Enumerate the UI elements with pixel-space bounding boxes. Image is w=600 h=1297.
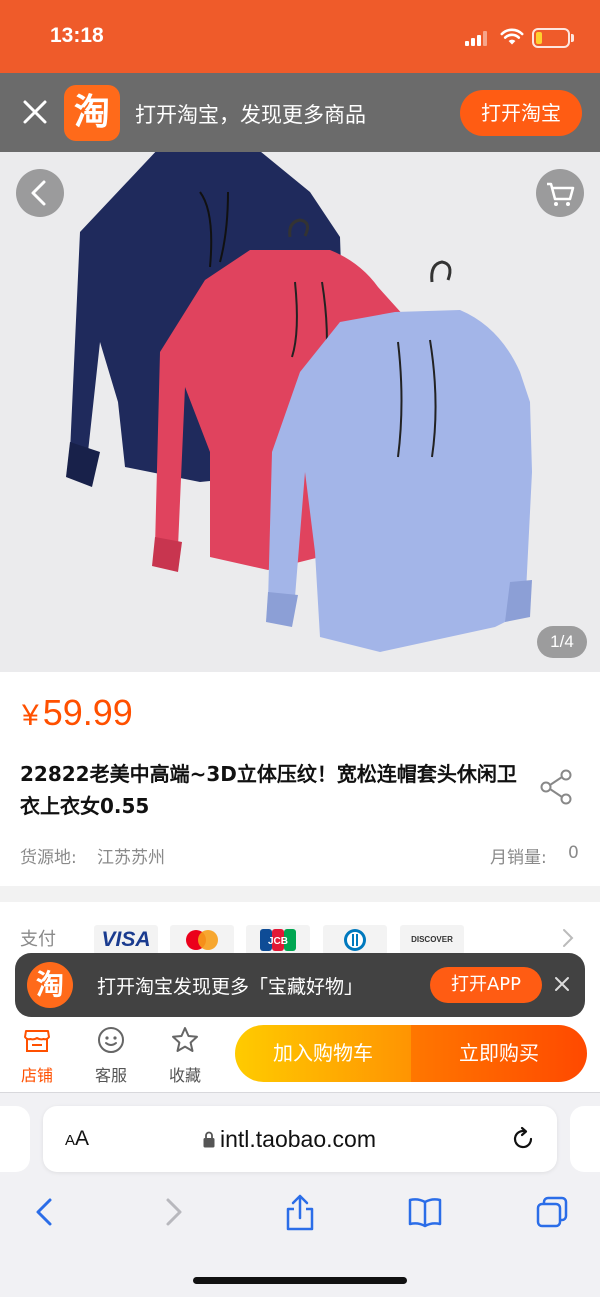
toast-text: 打开淘宝发现更多「宝藏好物」 bbox=[97, 976, 364, 998]
share-sheet-icon[interactable] bbox=[282, 1192, 318, 1232]
back-icon[interactable] bbox=[26, 1192, 62, 1232]
share-icon[interactable] bbox=[538, 768, 574, 806]
monthly-sales-value: 0 bbox=[568, 843, 579, 863]
store-button[interactable]: 店铺 bbox=[9, 1024, 65, 1086]
forward-icon[interactable] bbox=[156, 1192, 192, 1232]
product-image[interactable] bbox=[0, 152, 600, 672]
tabs-icon[interactable] bbox=[534, 1192, 570, 1232]
price-currency: ¥ bbox=[22, 699, 39, 732]
store-icon bbox=[24, 1030, 50, 1052]
origin-label: 货源地: bbox=[20, 848, 77, 868]
discover-logo: DISCOVER bbox=[400, 925, 464, 955]
reload-icon[interactable] bbox=[510, 1126, 536, 1152]
close-icon[interactable] bbox=[18, 95, 52, 129]
status-time: 13:18 bbox=[50, 24, 104, 47]
home-indicator bbox=[193, 1277, 407, 1284]
customer-service-button[interactable]: 客服 bbox=[83, 1024, 139, 1086]
add-to-cart-button[interactable]: 加入购物车 bbox=[235, 1025, 411, 1082]
open-app-toast: 淘 打开淘宝发现更多「宝藏好物」 打开APP bbox=[15, 953, 585, 1017]
open-app-banner: 淘 打开淘宝，发现更多商品 打开淘宝 bbox=[0, 73, 600, 152]
status-bar: 13:18 bbox=[0, 0, 600, 73]
aa-small: A bbox=[65, 1132, 76, 1149]
favorite-button[interactable]: 收藏 bbox=[157, 1024, 213, 1086]
star-icon bbox=[172, 1027, 198, 1052]
lock-icon bbox=[203, 1131, 215, 1148]
url-text[interactable]: intl.taobao.com bbox=[220, 1126, 376, 1153]
chevron-right-icon[interactable] bbox=[560, 925, 576, 951]
previous-tab-peek[interactable] bbox=[0, 1106, 30, 1172]
jcb-text: JCB bbox=[268, 936, 288, 947]
bookmarks-icon[interactable] bbox=[407, 1192, 443, 1232]
next-tab-peek[interactable] bbox=[570, 1106, 600, 1172]
product-title: 22822老美中高端~3D立体压纹！宽松连帽套头休闲卫衣上衣女0.55 bbox=[20, 762, 517, 818]
price-value: 59.99 bbox=[42, 692, 133, 733]
diners-club-logo bbox=[323, 925, 387, 955]
banner-text: 打开淘宝，发现更多商品 bbox=[135, 103, 366, 127]
close-icon[interactable] bbox=[553, 975, 571, 993]
taobao-logo: 淘 bbox=[27, 962, 73, 1008]
payment-label: 支付 bbox=[20, 929, 56, 950]
aa-large: A bbox=[75, 1127, 90, 1150]
taobao-product-page: 13:18 淘 打开淘宝，发现更多商品 打开淘宝 1/4 ¥ 59.99 228… bbox=[0, 0, 600, 1297]
buy-now-button[interactable]: 立即购买 bbox=[411, 1025, 587, 1082]
open-taobao-button[interactable]: 打开淘宝 bbox=[460, 90, 582, 136]
customer-service-label: 客服 bbox=[94, 1066, 127, 1085]
hoodies-illustration bbox=[0, 152, 600, 672]
battery-level bbox=[536, 32, 542, 44]
chevron-left-icon[interactable] bbox=[16, 169, 64, 217]
visa-logo: VISA bbox=[94, 925, 158, 955]
cellular-signal-icon bbox=[465, 30, 491, 46]
taobao-logo: 淘 bbox=[64, 85, 120, 141]
customer-service-icon bbox=[98, 1027, 124, 1053]
battery-cap bbox=[571, 34, 574, 42]
jcb-logo: JCB bbox=[246, 925, 310, 955]
price: ¥59.99 bbox=[22, 692, 133, 734]
store-label: 店铺 bbox=[20, 1066, 53, 1085]
favorite-label: 收藏 bbox=[168, 1066, 201, 1085]
mastercard-logo bbox=[170, 925, 234, 955]
monthly-sales-label: 月销量: bbox=[490, 848, 547, 868]
origin-value: 江苏苏州 bbox=[97, 848, 165, 868]
open-app-button[interactable]: 打开APP bbox=[430, 967, 542, 1003]
section-divider bbox=[0, 886, 600, 902]
reader-settings-button[interactable]: AA bbox=[65, 1127, 89, 1151]
image-counter: 1/4 bbox=[537, 626, 587, 658]
battery-icon bbox=[532, 28, 570, 48]
wifi-icon bbox=[500, 28, 524, 45]
cart-icon[interactable] bbox=[536, 169, 584, 217]
